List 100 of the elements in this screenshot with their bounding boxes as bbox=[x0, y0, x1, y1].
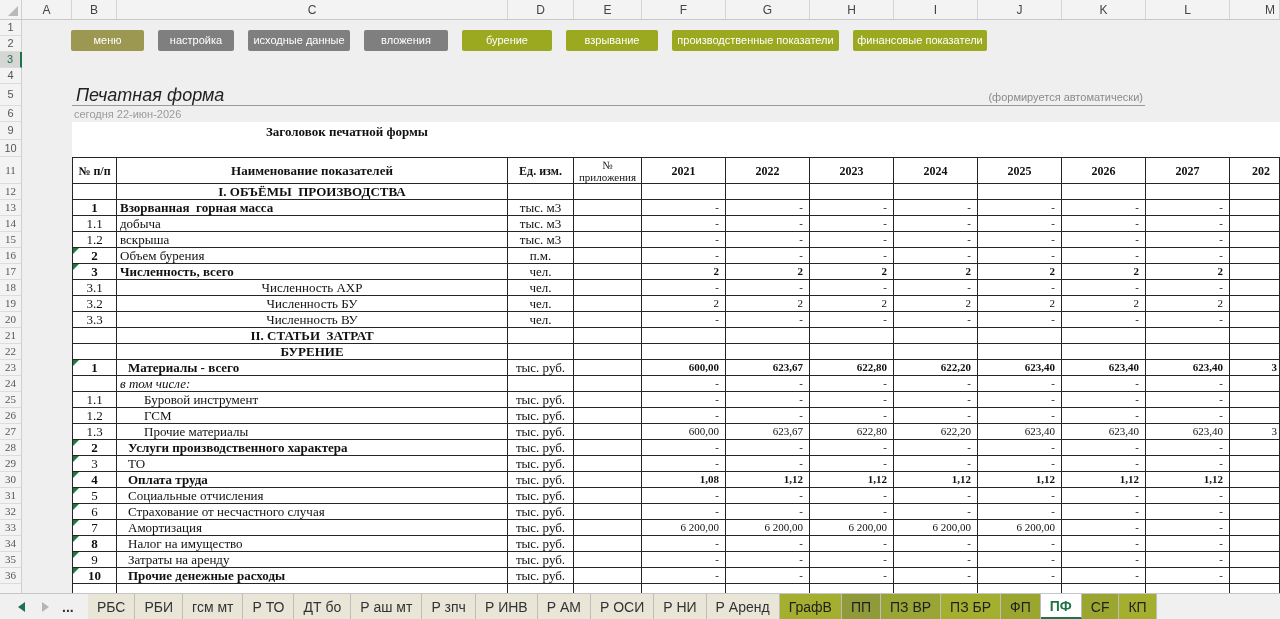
table-cell: - bbox=[894, 456, 978, 472]
table-cell bbox=[574, 296, 642, 312]
row-header[interactable]: 34 bbox=[0, 536, 22, 552]
row-header[interactable]: 33 bbox=[0, 520, 22, 536]
row-header[interactable]: 14 bbox=[0, 216, 22, 232]
sheet-tab[interactable]: ДТ бо bbox=[294, 594, 352, 619]
row-header[interactable]: 2 bbox=[0, 36, 22, 52]
row-header[interactable]: 6 bbox=[0, 106, 22, 122]
row-header[interactable]: 36 bbox=[0, 568, 22, 584]
sheet-tab[interactable]: ПЗ ВР bbox=[881, 594, 942, 619]
table-cell bbox=[574, 552, 642, 568]
column-heading: № п/п bbox=[72, 157, 117, 184]
nav-button[interactable]: исходные данные bbox=[248, 30, 350, 51]
row-header[interactable]: 20 bbox=[0, 312, 22, 328]
sheet-tab[interactable]: CF bbox=[1081, 594, 1120, 619]
sheet-tab[interactable]: Р ТО bbox=[243, 594, 295, 619]
sheet-tab[interactable]: РБС bbox=[88, 594, 136, 619]
row-header[interactable]: 27 bbox=[0, 424, 22, 440]
column-header[interactable]: A bbox=[22, 0, 72, 19]
table-cell: - bbox=[978, 456, 1062, 472]
row-header[interactable]: 19 bbox=[0, 296, 22, 312]
column-header[interactable]: E bbox=[574, 0, 642, 19]
row-header[interactable]: 26 bbox=[0, 408, 22, 424]
row-header[interactable]: 3 bbox=[0, 52, 22, 68]
sheet-tab[interactable]: гсм мт bbox=[183, 594, 244, 619]
row-header[interactable]: 13 bbox=[0, 200, 22, 216]
row-header[interactable] bbox=[0, 584, 22, 593]
row-header[interactable]: 4 bbox=[0, 68, 22, 84]
row-header[interactable]: 17 bbox=[0, 264, 22, 280]
row-header[interactable]: 24 bbox=[0, 376, 22, 392]
table-cell bbox=[574, 408, 642, 424]
row-header[interactable]: 32 bbox=[0, 504, 22, 520]
sheet-tab[interactable]: ПФ bbox=[1040, 594, 1082, 619]
table-cell bbox=[1230, 232, 1280, 248]
sheet-tab[interactable]: Р аш мт bbox=[351, 594, 423, 619]
sheet-tab[interactable]: Р АМ bbox=[537, 594, 591, 619]
table-cell: Буровой инструмент bbox=[117, 392, 508, 408]
sheet-tab[interactable]: Р Аренд bbox=[706, 594, 780, 619]
table-cell: Численность АХР bbox=[117, 280, 508, 296]
column-header[interactable]: F bbox=[642, 0, 726, 19]
row-header[interactable]: 29 bbox=[0, 456, 22, 472]
sheet-tab[interactable]: ГрафВ bbox=[779, 594, 842, 619]
sheet-tab[interactable]: ПП bbox=[841, 594, 881, 619]
sheet-tab[interactable]: КП bbox=[1119, 594, 1157, 619]
table-cell: Налог на имущество bbox=[117, 536, 508, 552]
row-header[interactable]: 28 bbox=[0, 440, 22, 456]
column-header[interactable]: D bbox=[508, 0, 574, 19]
nav-button[interactable]: вложения bbox=[364, 30, 448, 51]
more-tabs-button[interactable]: ... bbox=[62, 599, 74, 614]
row-header[interactable]: 16 bbox=[0, 248, 22, 264]
column-header[interactable]: B bbox=[72, 0, 117, 19]
table-cell: - bbox=[642, 440, 726, 456]
table-cell: 2 bbox=[894, 296, 978, 312]
sheet-tab[interactable]: ФП bbox=[1001, 594, 1041, 619]
sheet-tab[interactable]: Р НИ bbox=[654, 594, 707, 619]
row-header[interactable]: 10 bbox=[0, 140, 22, 157]
table-cell: 6 200,00 bbox=[810, 520, 894, 536]
row-header[interactable]: 23 bbox=[0, 360, 22, 376]
table-cell: п.м. bbox=[508, 248, 574, 264]
column-heading: 2025 bbox=[978, 157, 1062, 184]
row-header[interactable]: 22 bbox=[0, 344, 22, 360]
column-header[interactable]: L bbox=[1146, 0, 1230, 19]
table-cell: - bbox=[894, 312, 978, 328]
row-header[interactable]: 25 bbox=[0, 392, 22, 408]
nav-button[interactable]: настройка bbox=[158, 30, 234, 51]
sheet-tab[interactable]: Р ОСИ bbox=[590, 594, 655, 619]
column-header[interactable]: C bbox=[117, 0, 508, 19]
row-header[interactable]: 35 bbox=[0, 552, 22, 568]
sheet-tab[interactable]: ПЗ БР bbox=[941, 594, 1002, 619]
sheet-tab[interactable]: Р зпч bbox=[422, 594, 476, 619]
row-header[interactable]: 15 bbox=[0, 232, 22, 248]
row-header[interactable]: 31 bbox=[0, 488, 22, 504]
sheet-tab[interactable]: РБИ bbox=[135, 594, 184, 619]
column-header[interactable]: J bbox=[978, 0, 1062, 19]
row-header[interactable]: 21 bbox=[0, 328, 22, 344]
caret-left-icon[interactable] bbox=[18, 601, 25, 612]
column-header[interactable]: K bbox=[1062, 0, 1146, 19]
column-header[interactable]: M bbox=[1230, 0, 1280, 19]
column-heading: 2023 bbox=[810, 157, 894, 184]
column-header[interactable]: G bbox=[726, 0, 810, 19]
sheet-tab[interactable]: Р ИНВ bbox=[475, 594, 538, 619]
table-cell: 623,40 bbox=[1146, 424, 1230, 440]
table-cell bbox=[574, 328, 642, 344]
table-cell: Численность, всего bbox=[117, 264, 508, 280]
row-header[interactable]: 30 bbox=[0, 472, 22, 488]
table-cell: - bbox=[1062, 248, 1146, 264]
row-number: 1.2 bbox=[86, 233, 103, 246]
table-cell: - bbox=[978, 504, 1062, 520]
caret-right-icon[interactable] bbox=[42, 601, 49, 612]
row-header[interactable]: 11 bbox=[0, 157, 22, 184]
row-header[interactable]: 18 bbox=[0, 280, 22, 296]
table-cell: - bbox=[1062, 456, 1146, 472]
row-header[interactable]: 12 bbox=[0, 184, 22, 200]
row-header[interactable]: 5 bbox=[0, 84, 22, 106]
column-header[interactable]: I bbox=[894, 0, 978, 19]
table-cell bbox=[1230, 312, 1280, 328]
column-heading: № приложения bbox=[574, 157, 642, 184]
column-header[interactable]: H bbox=[810, 0, 894, 19]
row-header[interactable]: 1 bbox=[0, 20, 22, 36]
row-header[interactable]: 9 bbox=[0, 122, 22, 140]
